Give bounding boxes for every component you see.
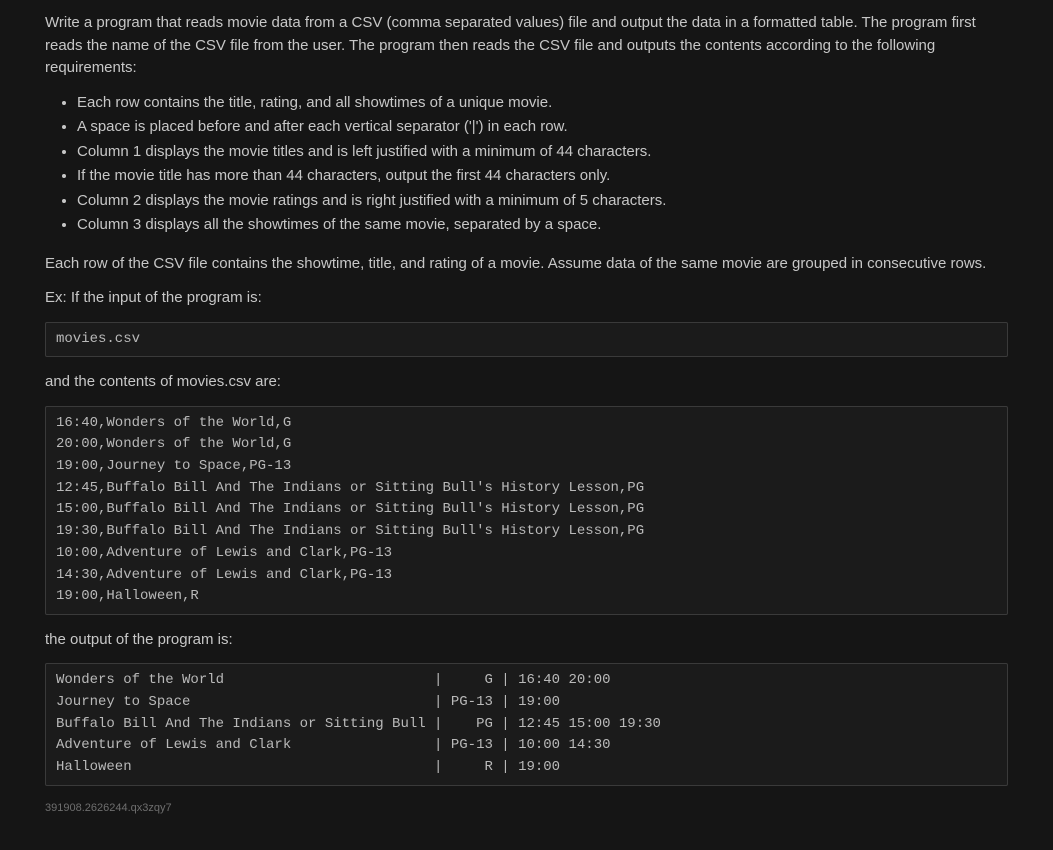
csv-row-description: Each row of the CSV file contains the sh… xyxy=(45,253,1008,276)
requirement-item: Column 3 displays all the showtimes of t… xyxy=(77,214,1008,237)
program-output-box: Wonders of the World | G | 16:40 20:00 J… xyxy=(45,663,1008,785)
problem-intro-paragraph: Write a program that reads movie data fr… xyxy=(45,12,1008,80)
output-label: the output of the program is: xyxy=(45,629,1008,652)
footer-id: 391908.2626244.qx3zqy7 xyxy=(45,800,1008,817)
csv-contents-box: 16:40,Wonders of the World,G 20:00,Wonde… xyxy=(45,406,1008,615)
requirement-item: Column 2 displays the movie ratings and … xyxy=(77,190,1008,213)
requirement-item: Column 1 displays the movie titles and i… xyxy=(77,141,1008,164)
requirement-item: If the movie title has more than 44 char… xyxy=(77,165,1008,188)
requirements-list: Each row contains the title, rating, and… xyxy=(45,92,1008,237)
requirement-item: A space is placed before and after each … xyxy=(77,116,1008,139)
requirement-item: Each row contains the title, rating, and… xyxy=(77,92,1008,115)
input-filename-box: movies.csv xyxy=(45,322,1008,358)
csv-contents-label: and the contents of movies.csv are: xyxy=(45,371,1008,394)
example-input-label: Ex: If the input of the program is: xyxy=(45,287,1008,310)
